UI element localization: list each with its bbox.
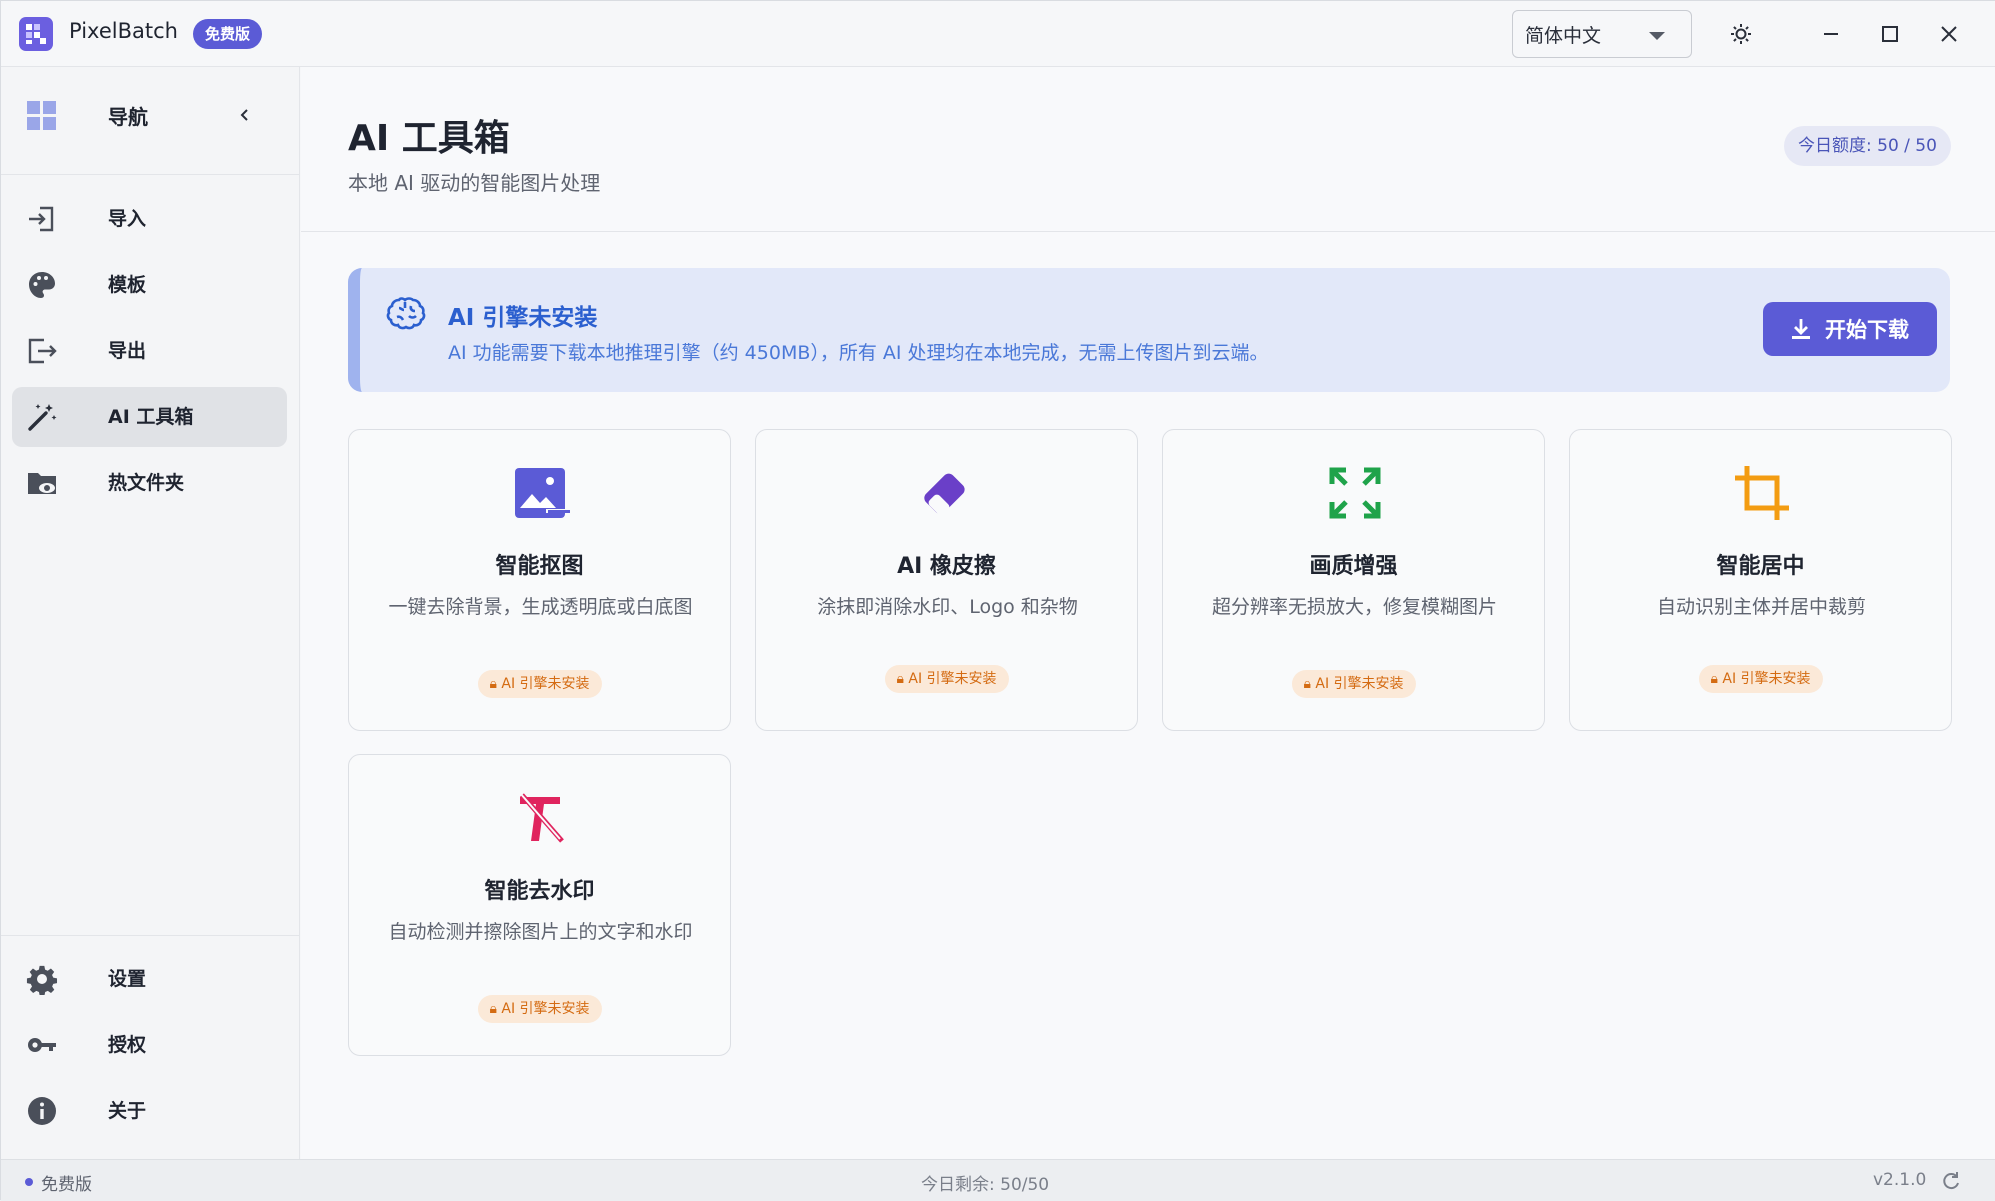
start-download-button[interactable]: 开始下载 [1763, 302, 1937, 356]
sidebar-item-label: 导入 [108, 208, 147, 230]
dashboard-grid-icon [27, 101, 56, 130]
export-icon [28, 338, 57, 364]
engine-status-tag: 🔒︎ AI 引擎未安装 [884, 665, 1009, 693]
engine-status-tag: 🔒︎ AI 引擎未安装 [1291, 670, 1416, 698]
sidebar-item-label: 授权 [108, 1034, 147, 1056]
app-name: PixelBatch [69, 19, 178, 43]
page-title: AI 工具箱 [348, 118, 510, 159]
sun-icon [1731, 24, 1751, 44]
sidebar-item-about[interactable]: 关于 [12, 1081, 287, 1141]
sidebar-item-license[interactable]: 授权 [12, 1015, 287, 1075]
sidebar-divider [1, 935, 300, 936]
tool-description: 超分辨率无损放大，修复模糊图片 [1211, 596, 1497, 618]
tag-label: AI 引擎未安装 [908, 671, 997, 687]
watch-folder-icon [28, 473, 56, 494]
lock-icon: 🔒︎ [896, 671, 909, 687]
tool-card-remove-watermark[interactable]: 智能去水印 自动检测并擦除图片上的文字和水印 🔒︎ AI 引擎未安装 [348, 754, 731, 1056]
tool-description: 涂抹即消除水印、Logo 和杂物 [817, 596, 1078, 618]
sidebar-item-templates[interactable]: 模板 [12, 255, 287, 315]
palette-icon [29, 272, 55, 298]
status-version: v2.1.0 [1873, 1170, 1927, 1190]
magic-wand-icon [28, 404, 57, 431]
chevron-down-icon [1649, 32, 1665, 40]
status-edition: 免费版 [41, 1175, 92, 1195]
eraser-icon [924, 473, 965, 516]
sidebar-item-label: 模板 [108, 274, 147, 296]
app-logo-icon [19, 17, 53, 51]
key-icon [28, 1038, 56, 1052]
sidebar-item-import[interactable]: 导入 [12, 189, 287, 249]
quota-badge: 今日额度: 50 / 50 [1784, 126, 1951, 166]
crop-icon [1735, 466, 1789, 520]
tool-card-smart-center[interactable]: 智能居中 自动识别主体并居中裁剪 🔒︎ AI 引擎未安装 [1569, 429, 1952, 731]
page-subtitle: 本地 AI 驱动的智能图片处理 [348, 171, 601, 195]
text-remove-icon [519, 792, 564, 843]
tag-label: AI 引擎未安装 [1315, 676, 1404, 692]
refresh-icon[interactable] [1941, 1171, 1961, 1191]
minimize-button[interactable] [1806, 14, 1856, 54]
tool-card-eraser[interactable]: AI 橡皮擦 涂抹即消除水印、Logo 和杂物 🔒︎ AI 引擎未安装 [755, 429, 1138, 731]
tool-title: 智能去水印 [484, 879, 595, 904]
banner-text: AI 功能需要下载本地推理引擎（约 450MB），所有 AI 处理均在本地完成，… [448, 342, 1269, 364]
close-button[interactable] [1924, 14, 1974, 54]
info-icon [28, 1097, 56, 1125]
title-bar: PixelBatch 免费版 简体中文 [1, 1, 1995, 67]
lock-icon: 🔒︎ [489, 1001, 502, 1017]
maximize-button[interactable] [1865, 14, 1915, 54]
minimize-icon [1824, 33, 1838, 35]
tag-label: AI 引擎未安装 [501, 676, 590, 692]
tag-label: AI 引擎未安装 [1722, 671, 1811, 687]
language-select[interactable]: 简体中文 [1512, 10, 1692, 58]
tool-title: 智能居中 [1716, 554, 1805, 579]
download-icon [1792, 319, 1810, 339]
tool-card-enhance[interactable]: 画质增强 超分辨率无损放大，修复模糊图片 🔒︎ AI 引擎未安装 [1162, 429, 1545, 731]
sidebar-item-label: 导出 [108, 340, 147, 362]
tool-description: 自动识别主体并居中裁剪 [1656, 596, 1866, 618]
start-download-label: 开始下载 [1825, 318, 1909, 342]
engine-not-installed-banner: AI 引擎未安装 AI 功能需要下载本地推理引擎（约 450MB），所有 AI … [348, 268, 1950, 392]
sidebar: 导航 导入 模板 导出 AI 工具箱 热文件夹 设置 授权 关于 [1, 67, 300, 1159]
sidebar-item-export[interactable]: 导出 [12, 321, 287, 381]
expand-icon [1329, 467, 1381, 519]
lock-icon: 🔒︎ [1710, 671, 1723, 687]
tool-description: 自动检测并擦除图片上的文字和水印 [388, 921, 693, 943]
sidebar-item-hot-folder[interactable]: 热文件夹 [12, 453, 287, 513]
tool-title: 画质增强 [1309, 554, 1398, 579]
tag-label: AI 引擎未安装 [501, 1001, 590, 1017]
language-value: 简体中文 [1525, 24, 1602, 47]
import-icon [29, 206, 54, 232]
tool-title: AI 橡皮擦 [897, 554, 996, 579]
engine-status-tag: 🔒︎ AI 引擎未安装 [1698, 665, 1823, 693]
engine-status-tag: 🔒︎ AI 引擎未安装 [477, 995, 602, 1023]
image-cutout-icon [515, 468, 570, 518]
sidebar-header-label: 导航 [108, 105, 148, 129]
sidebar-item-label: 热文件夹 [108, 472, 185, 494]
lock-icon: 🔒︎ [489, 676, 502, 692]
tool-title: 智能抠图 [495, 554, 584, 579]
main-content: AI 工具箱 本地 AI 驱动的智能图片处理 今日额度: 50 / 50 AI … [301, 67, 1995, 1159]
engine-status-tag: 🔒︎ AI 引擎未安装 [477, 670, 602, 698]
maximize-icon [1882, 26, 1898, 42]
theme-toggle-button[interactable] [1716, 14, 1766, 54]
sidebar-item-label: 关于 [108, 1100, 147, 1122]
banner-title: AI 引擎未安装 [448, 305, 598, 331]
sidebar-item-settings[interactable]: 设置 [12, 949, 287, 1009]
status-remaining: 今日剩余: 50/50 [921, 1175, 1050, 1195]
sidebar-item-label: 设置 [108, 968, 147, 990]
edition-badge: 免费版 [193, 19, 263, 49]
status-bar: 免费版 今日剩余: 50/50 v2.1.0 [1, 1159, 1995, 1201]
app-window: PixelBatch 免费版 简体中文 导航 导入 模板 导出 AI 工具箱 热… [0, 0, 1995, 1201]
sidebar-item-ai-toolbox[interactable]: AI 工具箱 [12, 387, 287, 447]
close-icon [1941, 26, 1957, 42]
gear-icon [26, 965, 58, 995]
sidebar-item-label: AI 工具箱 [108, 406, 194, 428]
status-dot [25, 1178, 33, 1186]
sidebar-header: 导航 [1, 67, 300, 175]
tool-card-cutout[interactable]: 智能抠图 一键去除背景，生成透明底或白底图 🔒︎ AI 引擎未安装 [348, 429, 731, 731]
page-header: AI 工具箱 本地 AI 驱动的智能图片处理 今日额度: 50 / 50 [301, 67, 1995, 232]
collapse-chevron-icon[interactable] [237, 107, 253, 123]
lock-icon: 🔒︎ [1303, 676, 1316, 692]
tool-description: 一键去除背景，生成透明底或白底图 [388, 596, 693, 618]
brain-icon [386, 297, 426, 330]
